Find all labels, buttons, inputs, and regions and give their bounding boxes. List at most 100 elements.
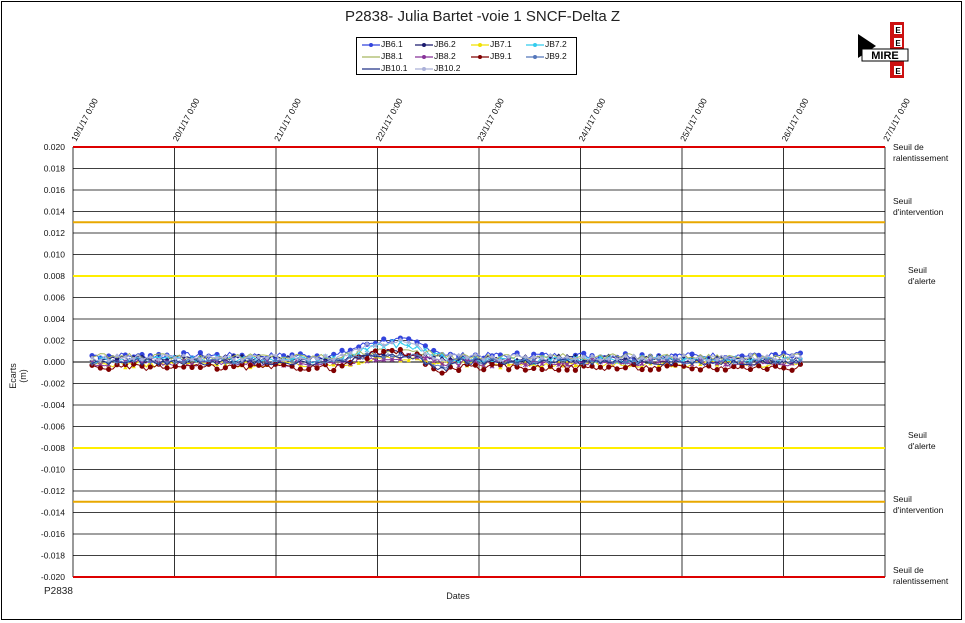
series-point — [389, 347, 395, 354]
x-tick-label: 20/1/17 0:00 — [170, 96, 201, 143]
legend-swatch — [526, 42, 544, 47]
threshold-label: Seuil de ralentissement — [893, 142, 948, 164]
legend-label: JB6.2 — [434, 39, 456, 49]
y-axis-label: Ecarts (m) — [8, 363, 28, 389]
legend-swatch — [415, 42, 433, 47]
y-tick-label: -0.014 — [41, 508, 65, 518]
series-point — [297, 366, 303, 372]
y-tick-label: 0.012 — [44, 228, 66, 238]
series-point — [639, 366, 645, 373]
legend-swatch — [362, 56, 380, 58]
series-point — [531, 365, 537, 372]
y-tick-label: -0.004 — [41, 400, 65, 410]
threshold-label: Seuil de ralentissement — [893, 565, 948, 587]
threshold-label-line: Seuil — [908, 265, 927, 275]
series-point — [522, 367, 528, 373]
series-point — [422, 343, 428, 349]
threshold-label-line: Seuil de — [893, 142, 924, 152]
logo-letter-2: E — [895, 39, 901, 48]
legend-label: JB7.2 — [545, 39, 567, 49]
series-point — [431, 347, 437, 354]
threshold-label-line: Seuil de — [893, 565, 924, 575]
legend-item: JB10.2 — [414, 63, 460, 73]
legend-swatch — [471, 42, 489, 47]
threshold-label: Seuil d'intervention — [893, 494, 943, 516]
x-tick-label: 24/1/17 0:00 — [576, 96, 607, 143]
series-point — [339, 347, 345, 353]
series-point — [381, 336, 387, 342]
series-point — [614, 366, 620, 372]
series-point — [647, 367, 654, 373]
legend-swatch — [415, 66, 433, 71]
series-point — [672, 362, 679, 368]
threshold-label: Seuil d'alerte — [908, 430, 936, 452]
y-tick-label: 0.008 — [44, 271, 66, 281]
series-point — [181, 364, 187, 370]
series-point — [147, 364, 153, 370]
series-point — [197, 364, 203, 370]
series-point — [606, 364, 612, 370]
legend-swatch — [415, 54, 433, 59]
y-tick-label: 0.004 — [44, 314, 66, 324]
series-point — [697, 367, 704, 373]
legend-item: JB10.1 — [361, 63, 407, 73]
legend-label: JB10.1 — [381, 63, 408, 73]
legend-item: JB9.1 — [470, 51, 512, 61]
series-point — [747, 366, 754, 373]
y-tick-label: -0.018 — [41, 551, 65, 561]
mire-logo: E E E MIRE — [858, 22, 913, 78]
series-point — [622, 365, 629, 371]
code-label: P2838 — [44, 586, 73, 597]
series-point — [189, 364, 195, 371]
series-point — [197, 350, 203, 356]
series-point — [714, 367, 720, 373]
legend-item: JB9.2 — [525, 51, 567, 61]
series-point — [222, 365, 228, 371]
y-tick-label: 0.000 — [44, 357, 66, 367]
threshold-label-line: d'alerte — [908, 441, 936, 451]
legend-label: JB9.2 — [545, 51, 567, 61]
series-point — [339, 363, 345, 369]
threshold-label-line: d'intervention — [893, 207, 944, 217]
series-point — [456, 367, 462, 373]
series-point — [731, 363, 737, 370]
legend-label: JB7.1 — [490, 39, 512, 49]
series-point — [597, 364, 604, 370]
legend-label: JB10.2 — [434, 63, 461, 73]
y-tick-label: -0.020 — [41, 572, 65, 582]
legend-swatch — [362, 42, 380, 47]
x-tick-label: 23/1/17 0:00 — [475, 96, 506, 143]
threshold-label-line: Seuil — [908, 430, 927, 440]
legend-item: JB8.2 — [414, 51, 456, 61]
series-point — [572, 367, 579, 373]
series-point — [539, 366, 545, 373]
series-point — [664, 363, 670, 369]
series-point — [214, 366, 220, 372]
legend-swatch — [471, 54, 489, 59]
chart-canvas: 0.020 0.018 0.016 0.014 0.012 0.010 0.008 0.006… — [41, 96, 912, 582]
series-point — [247, 362, 253, 368]
series-point — [164, 365, 170, 371]
legend: JB6.1 JB6.2 JB7.1 JB7.2 JB8.1 JB8.2 JB9.1 JB9.2… — [356, 37, 577, 75]
series-point — [556, 367, 562, 373]
series-point — [789, 367, 795, 373]
legend-label: JB6.1 — [381, 39, 403, 49]
threshold-label: Seuil d'intervention — [893, 196, 943, 218]
threshold-label-line: d'alerte — [908, 276, 936, 286]
series-point — [722, 367, 729, 373]
y-tick-label: 0.018 — [44, 164, 66, 174]
series-point — [797, 350, 804, 356]
series-point — [564, 367, 570, 373]
series-point — [756, 363, 762, 369]
legend-item: JB8.1 — [361, 51, 403, 61]
legend-swatch — [526, 54, 544, 59]
y-tick-label: -0.016 — [41, 529, 65, 539]
logo-text: MIRE — [871, 50, 899, 62]
legend-item: JB6.1 — [361, 39, 403, 49]
y-tick-label: -0.006 — [41, 422, 65, 432]
series-point — [331, 367, 337, 374]
series-point — [314, 365, 320, 371]
x-tick-label: 19/1/17 0:00 — [69, 96, 100, 143]
legend-item: JB6.2 — [414, 39, 456, 49]
series-point — [439, 370, 445, 376]
